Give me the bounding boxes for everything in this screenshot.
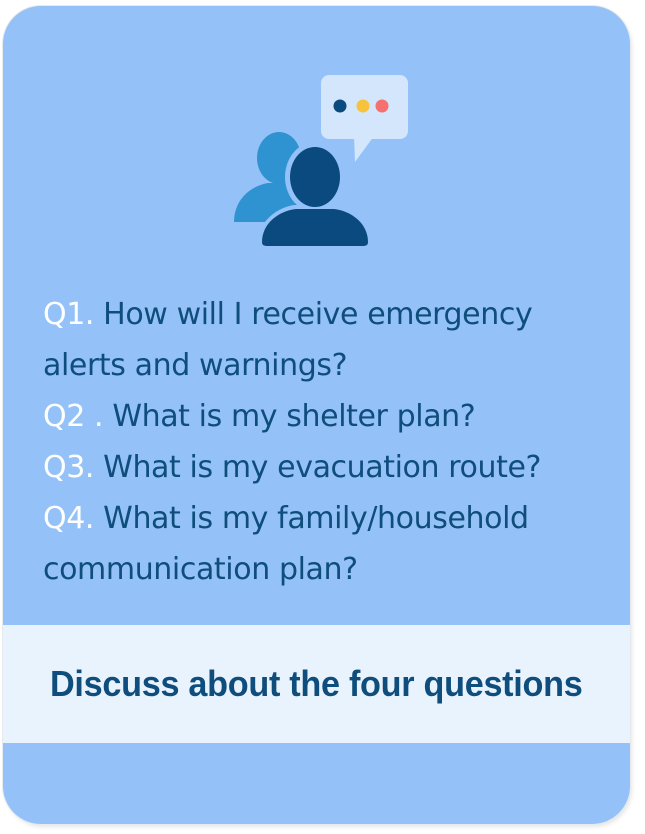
- question-4: Q4. What is my family/household communic…: [43, 493, 623, 595]
- question-number: Q3.: [43, 450, 95, 485]
- question-text: What is my shelter plan?: [103, 399, 476, 434]
- footer-instruction: Discuss about the four questions: [50, 663, 583, 704]
- question-2: Q2 . What is my shelter plan?: [43, 391, 623, 442]
- question-number: Q1.: [43, 297, 95, 332]
- question-number: Q4.: [43, 501, 95, 536]
- typing-dot-yellow: [356, 99, 370, 113]
- two-people-discussion-icon: [234, 75, 408, 248]
- speech-bubble-icon: [321, 75, 408, 162]
- question-1: Q1. How will I receive emergency alerts …: [43, 289, 623, 391]
- question-card: Q1. How will I receive emergency alerts …: [3, 6, 630, 824]
- question-3: Q3. What is my evacuation route?: [43, 442, 623, 493]
- typing-dot-red: [375, 99, 389, 113]
- typing-dot-dark: [333, 99, 347, 113]
- question-number: Q2 .: [43, 399, 104, 434]
- question-text: What is my evacuation route?: [94, 450, 542, 485]
- question-text: How will I receive emergency alerts and …: [43, 297, 533, 383]
- question-text: What is my family/household communicatio…: [43, 501, 529, 587]
- question-list: Q1. How will I receive emergency alerts …: [43, 289, 623, 595]
- footer-band: Discuss about the four questions: [3, 625, 630, 743]
